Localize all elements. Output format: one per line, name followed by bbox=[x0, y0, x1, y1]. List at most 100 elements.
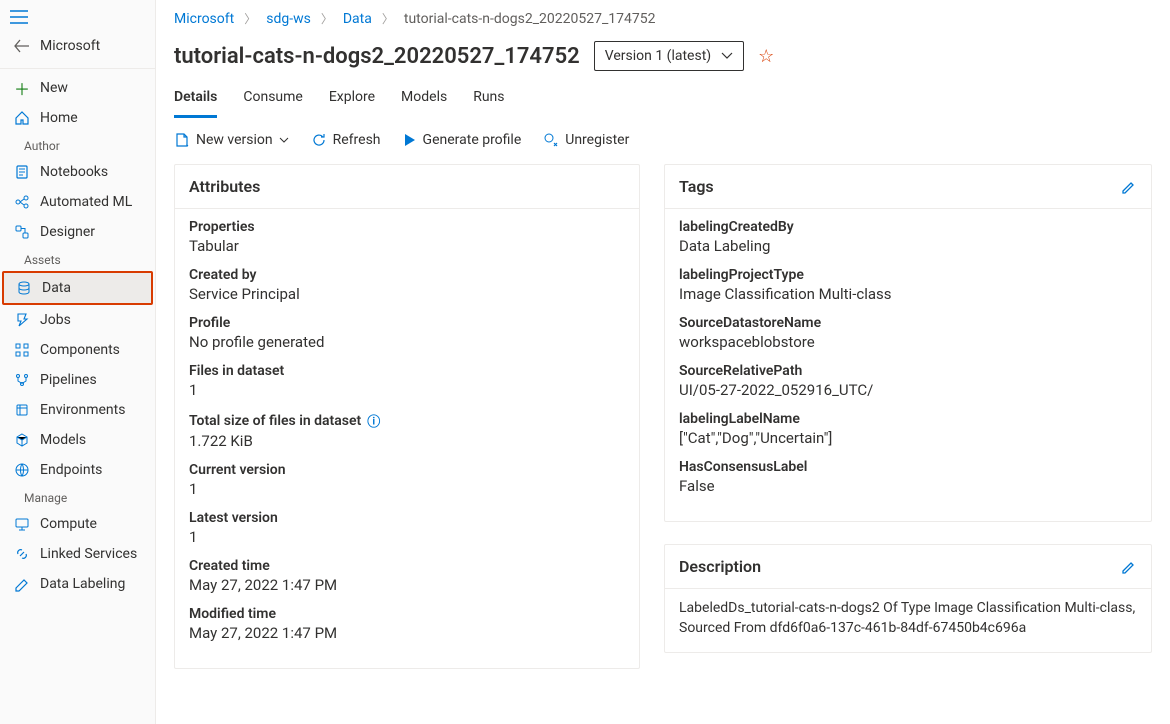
play-icon bbox=[403, 133, 417, 147]
breadcrumb-link[interactable]: sdg-ws bbox=[266, 11, 311, 27]
action-label: New version bbox=[196, 132, 273, 148]
new-version-button[interactable]: New version bbox=[174, 132, 289, 148]
plus-icon: ＋ bbox=[14, 80, 30, 96]
tab-explore[interactable]: Explore bbox=[329, 89, 375, 118]
sidebar-item-jobs[interactable]: Jobs bbox=[0, 305, 155, 335]
tag-value: workspaceblobstore bbox=[679, 333, 1137, 351]
sidebar-item-notebooks[interactable]: Notebooks bbox=[0, 157, 155, 187]
sidebar-item-designer[interactable]: Designer bbox=[0, 217, 155, 247]
chevron-down-icon bbox=[279, 137, 289, 143]
linked-icon bbox=[14, 546, 30, 562]
unregister-icon bbox=[543, 132, 559, 148]
generate-profile-button[interactable]: Generate profile bbox=[403, 132, 522, 148]
automl-icon bbox=[14, 194, 30, 210]
sidebar-item-linked-services[interactable]: Linked Services bbox=[0, 539, 155, 569]
tag-label: SourceRelativePath bbox=[679, 363, 1137, 379]
prop-label-latest-version: Latest version bbox=[189, 510, 625, 526]
prop-label-profile: Profile bbox=[189, 315, 625, 331]
hamburger-icon[interactable] bbox=[0, 2, 155, 30]
version-dropdown[interactable]: Version 1 (latest) bbox=[594, 41, 744, 71]
tab-runs[interactable]: Runs bbox=[473, 89, 504, 118]
section-manage: Manage bbox=[0, 485, 155, 509]
sidebar-item-pipelines[interactable]: Pipelines bbox=[0, 365, 155, 395]
attributes-title: Attributes bbox=[189, 177, 260, 196]
environments-icon bbox=[14, 402, 30, 418]
sidebar-item-label: Designer bbox=[40, 224, 95, 240]
sidebar-item-label: Notebooks bbox=[40, 164, 108, 180]
description-card: Description LabeledDs_tutorial-cats-n-do… bbox=[664, 544, 1152, 653]
tag-value: Image Classification Multi-class bbox=[679, 285, 1137, 303]
sidebar-item-environments[interactable]: Environments bbox=[0, 395, 155, 425]
prop-value-profile: No profile generated bbox=[189, 333, 625, 351]
chevron-right-icon: 〉 bbox=[317, 10, 337, 27]
sidebar-item-label: Endpoints bbox=[40, 462, 102, 478]
edit-description-button[interactable] bbox=[1121, 559, 1137, 575]
sidebar-item-home[interactable]: Home bbox=[0, 103, 155, 133]
prop-label-size: Total size of files in dataset bbox=[189, 413, 361, 429]
divider bbox=[0, 68, 155, 69]
prop-value-size: 1.722 KiB bbox=[189, 432, 625, 450]
tab-models[interactable]: Models bbox=[401, 89, 447, 118]
breadcrumb-link[interactable]: Data bbox=[343, 11, 372, 27]
refresh-button[interactable]: Refresh bbox=[311, 132, 381, 148]
tag-value: UI/05-27-2022_052916_UTC/ bbox=[679, 381, 1137, 399]
pipelines-icon bbox=[14, 372, 30, 388]
version-dropdown-label: Version 1 (latest) bbox=[605, 48, 711, 64]
sidebar-item-models[interactable]: Models bbox=[0, 425, 155, 455]
tag-value: False bbox=[679, 477, 1137, 495]
sidebar-item-label: Data bbox=[42, 280, 71, 296]
sidebar-item-automl[interactable]: Automated ML bbox=[0, 187, 155, 217]
compute-icon bbox=[14, 516, 30, 532]
tenant-label: Microsoft bbox=[40, 38, 100, 54]
prop-label-current-version: Current version bbox=[189, 462, 625, 478]
sidebar-item-new[interactable]: ＋ New bbox=[0, 73, 155, 103]
tags-title: Tags bbox=[679, 177, 714, 196]
sidebar-item-data[interactable]: Data bbox=[2, 271, 153, 305]
sidebar-item-components[interactable]: Components bbox=[0, 335, 155, 365]
sidebar-item-label: Linked Services bbox=[40, 546, 137, 562]
sidebar-item-label: Components bbox=[40, 342, 120, 358]
notebook-icon bbox=[14, 164, 30, 180]
sidebar-item-label: Automated ML bbox=[40, 194, 132, 210]
chevron-right-icon: 〉 bbox=[378, 10, 398, 27]
tenant-back[interactable]: Microsoft bbox=[0, 30, 155, 64]
prop-value-properties: Tabular bbox=[189, 237, 625, 255]
prop-label-modified-time: Modified time bbox=[189, 606, 625, 622]
models-icon bbox=[14, 432, 30, 448]
tag-label: labelingCreatedBy bbox=[679, 219, 1137, 235]
favorite-star-icon[interactable]: ☆ bbox=[758, 46, 774, 67]
sidebar-item-label: Data Labeling bbox=[40, 576, 125, 592]
tab-consume[interactable]: Consume bbox=[243, 89, 302, 118]
action-label: Generate profile bbox=[423, 132, 522, 148]
home-icon bbox=[14, 110, 30, 126]
data-icon bbox=[16, 280, 32, 296]
tag-label: labelingLabelName bbox=[679, 411, 1137, 427]
tags-card: Tags labelingCreatedBy Data Labeling lab… bbox=[664, 164, 1152, 522]
chevron-down-icon bbox=[721, 52, 733, 60]
prop-value-files: 1 bbox=[189, 381, 625, 399]
breadcrumb-current: tutorial-cats-n-dogs2_20220527_174752 bbox=[404, 11, 656, 27]
prop-label-created-time: Created time bbox=[189, 558, 625, 574]
sidebar-item-label: Models bbox=[40, 432, 86, 448]
sidebar-item-label: Jobs bbox=[40, 312, 71, 328]
page-title: tutorial-cats-n-dogs2_20220527_174752 bbox=[174, 44, 580, 69]
sidebar-item-endpoints[interactable]: Endpoints bbox=[0, 455, 155, 485]
endpoints-icon bbox=[14, 462, 30, 478]
description-text: LabeledDs_tutorial-cats-n-dogs2 Of Type … bbox=[679, 599, 1137, 638]
prop-value-createdby: Service Principal bbox=[189, 285, 625, 303]
edit-tags-button[interactable] bbox=[1121, 179, 1137, 195]
info-icon[interactable]: ⓘ bbox=[367, 411, 380, 430]
unregister-button[interactable]: Unregister bbox=[543, 132, 629, 148]
sidebar-item-compute[interactable]: Compute bbox=[0, 509, 155, 539]
sidebar-item-data-labeling[interactable]: Data Labeling bbox=[0, 569, 155, 599]
refresh-icon bbox=[311, 132, 327, 148]
sidebar: Microsoft ＋ New Home Author Notebooks Au… bbox=[0, 0, 156, 724]
breadcrumb-link[interactable]: Microsoft bbox=[174, 11, 234, 27]
prop-value-created-time: May 27, 2022 1:47 PM bbox=[189, 576, 625, 594]
tab-details[interactable]: Details bbox=[174, 89, 217, 118]
tag-value: Data Labeling bbox=[679, 237, 1137, 255]
action-label: Unregister bbox=[565, 132, 629, 148]
prop-label-createdby: Created by bbox=[189, 267, 625, 283]
chevron-right-icon: 〉 bbox=[240, 10, 260, 27]
labeling-icon bbox=[14, 576, 30, 592]
